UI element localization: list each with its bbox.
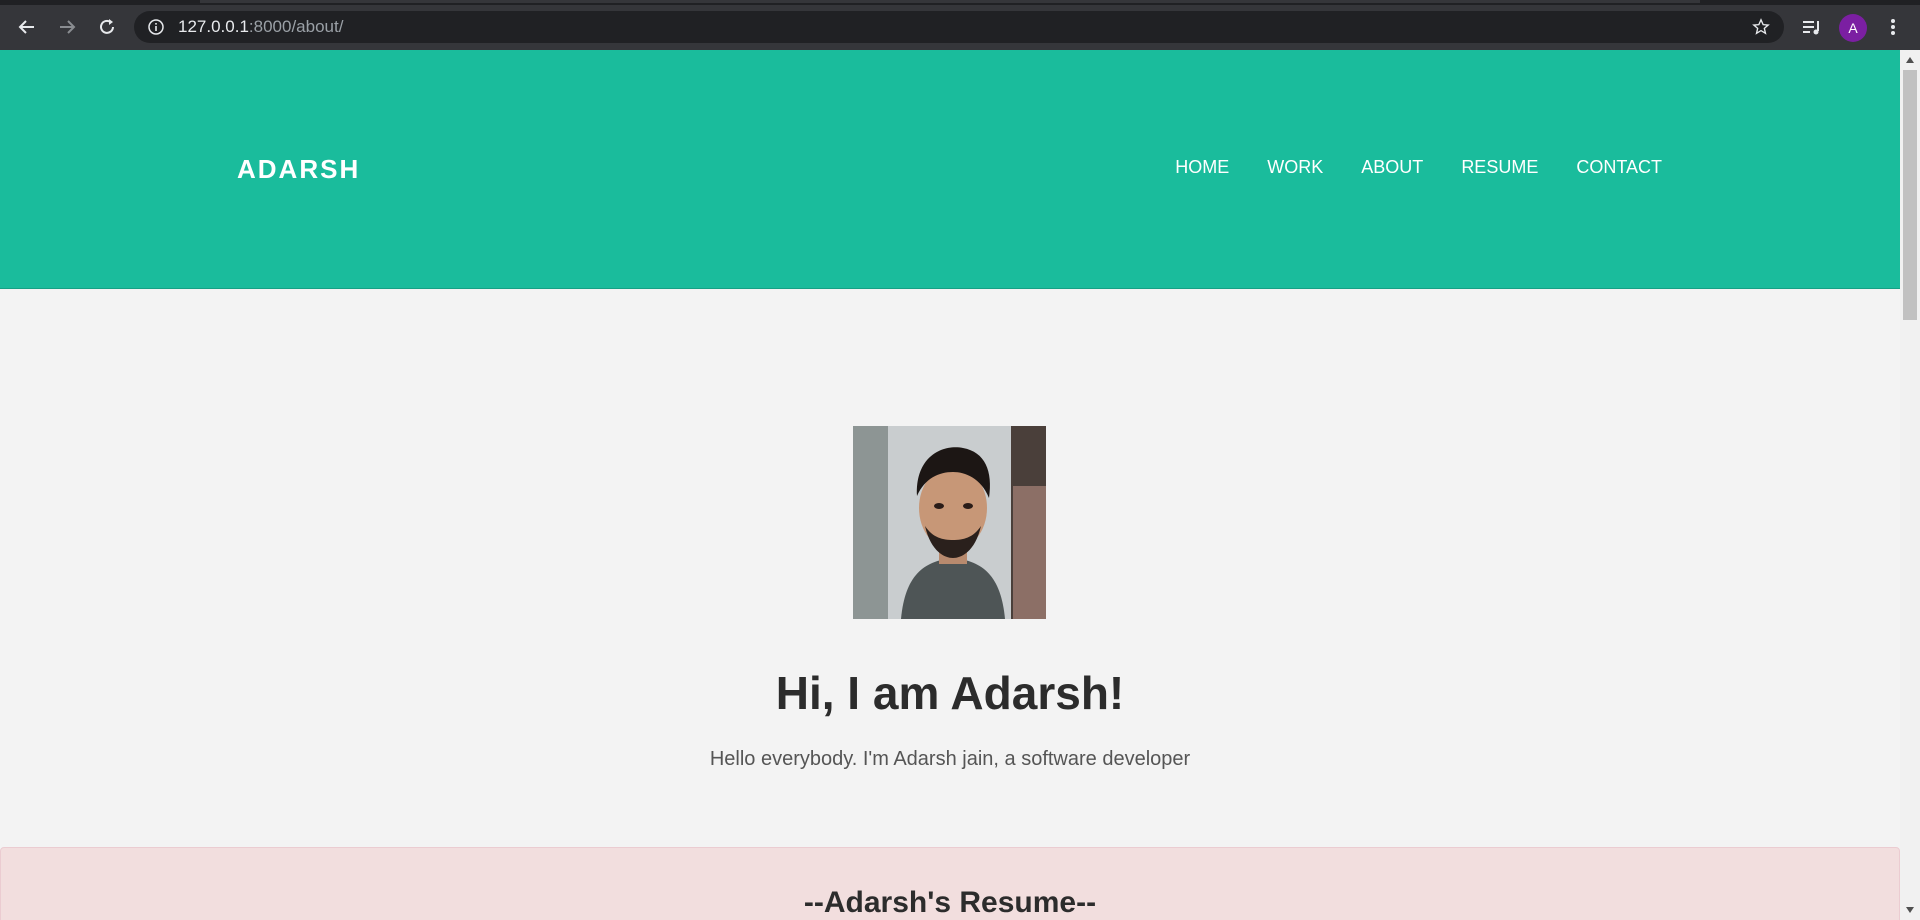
reload-button[interactable]	[92, 12, 122, 42]
site-brand[interactable]: ADARSH	[237, 154, 360, 185]
resume-panel: --Adarsh's Resume--	[0, 847, 1900, 920]
media-control-button[interactable]	[1797, 12, 1827, 42]
nav-resume[interactable]: RESUME	[1461, 157, 1538, 178]
url-text: 127.0.0.1:8000/about/	[178, 11, 343, 43]
hero-title: Hi, I am Adarsh!	[775, 667, 1125, 719]
scroll-up-arrow[interactable]	[1904, 54, 1916, 66]
resume-heading: --Adarsh's Resume--	[803, 886, 1097, 919]
address-bar[interactable]: 127.0.0.1:8000/about/	[134, 11, 1784, 43]
back-button[interactable]	[12, 12, 42, 42]
reload-icon	[100, 19, 114, 34]
nav-contact[interactable]: CONTACT	[1576, 157, 1662, 178]
nav-about[interactable]: ABOUT	[1361, 157, 1423, 178]
forward-button[interactable]	[52, 12, 82, 42]
forward-arrow-icon	[60, 20, 76, 34]
profile-photo	[853, 426, 1046, 619]
scrollbar-thumb[interactable]	[1903, 70, 1917, 320]
scroll-down-arrow[interactable]	[1904, 904, 1916, 916]
kebab-menu-icon	[1891, 19, 1895, 35]
browser-toolbar: 127.0.0.1:8000/about/ A	[0, 5, 1920, 50]
url-path: :8000/about/	[248, 17, 344, 36]
back-arrow-icon	[18, 20, 34, 34]
profile-avatar[interactable]: A	[1839, 14, 1867, 42]
browser-menu-button[interactable]	[1878, 12, 1908, 42]
nav-work[interactable]: WORK	[1267, 157, 1323, 178]
triangle-down-icon	[1906, 907, 1914, 913]
main-nav: HOME WORK ABOUT RESUME CONTACT	[1175, 157, 1662, 178]
bookmark-star-icon[interactable]	[1752, 18, 1770, 36]
browser-tabline	[200, 0, 1700, 3]
hero-subtitle: Hello everybody. I'm Adarsh jain, a soft…	[709, 748, 1191, 770]
url-host: 127.0.0.1	[178, 17, 249, 36]
triangle-up-icon	[1906, 57, 1914, 63]
nav-home[interactable]: HOME	[1175, 157, 1229, 178]
site-header: ADARSH HOME WORK ABOUT RESUME CONTACT	[0, 50, 1900, 289]
page-viewport: ADARSH HOME WORK ABOUT RESUME CONTACT Hi…	[0, 50, 1900, 920]
playlist-icon	[1803, 21, 1819, 35]
site-info-icon[interactable]	[148, 19, 164, 35]
